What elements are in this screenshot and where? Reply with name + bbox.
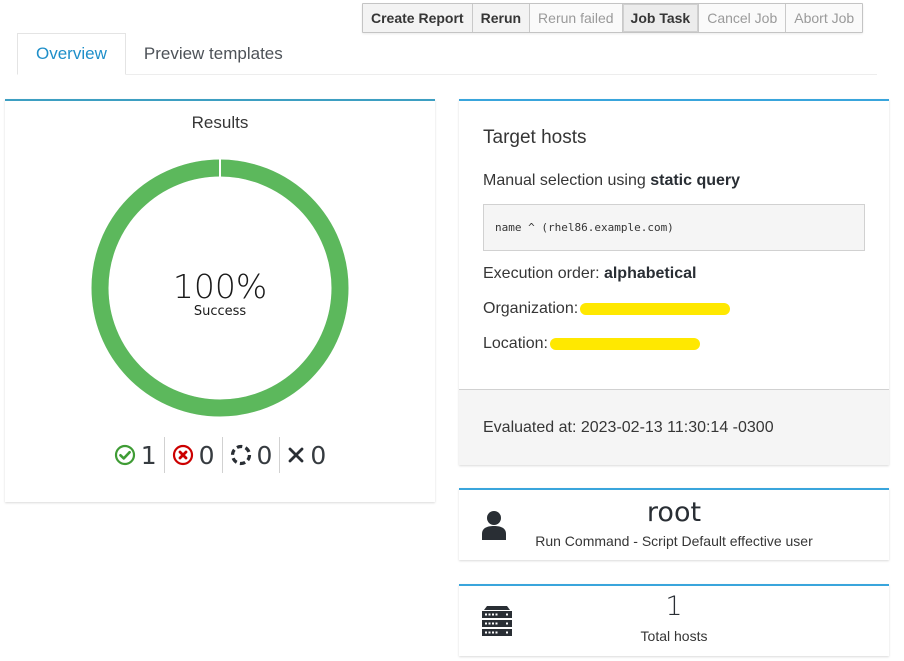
failed-count: 0 <box>198 440 215 470</box>
success-count: 1 <box>140 440 157 470</box>
status-counts: 1 0 0 0 <box>5 437 435 473</box>
pending-count: 0 <box>256 440 273 470</box>
execution-order-value: alphabetical <box>603 265 697 282</box>
search-query-box: name ^ (rhel86.example.com) <box>483 204 865 251</box>
tab-preview-templates[interactable]: Preview templates <box>126 33 301 75</box>
cancelled-x-icon <box>289 447 304 463</box>
status-failed[interactable]: 0 <box>163 437 222 473</box>
pending-spinner-icon <box>230 444 251 466</box>
organization-label: Organization: <box>483 300 579 317</box>
location: Location: <box>483 335 865 353</box>
success-label: Success <box>193 304 247 319</box>
location-redacted <box>549 337 700 350</box>
effective-user-description: Run Command - Script Default effective u… <box>535 533 813 549</box>
error-circle-icon <box>172 444 193 466</box>
total-hosts-count: 1 <box>665 591 683 622</box>
target-hosts-card: Target hosts Manual selection using stat… <box>459 99 889 465</box>
total-hosts-label: Total hosts <box>640 628 708 644</box>
selection-type: static query <box>650 172 741 189</box>
job-toolbar: Create Report Rerun Rerun failed Job Tas… <box>362 3 864 33</box>
abort-job-button[interactable]: Abort Job <box>786 4 863 32</box>
status-cancelled[interactable]: 0 <box>279 437 333 473</box>
status-success[interactable]: 1 <box>107 437 164 473</box>
total-hosts-card: 1 Total hosts <box>459 584 889 656</box>
cancelled-count: 0 <box>310 440 327 470</box>
organization: Organization: <box>483 300 865 318</box>
effective-user-name: root <box>646 497 702 528</box>
success-percent: 100% <box>172 267 268 306</box>
target-hosts-title: Target hosts <box>483 127 587 148</box>
rerun-button[interactable]: Rerun <box>472 4 531 32</box>
effective-user-card: root Run Command - Script Default effect… <box>459 488 889 560</box>
execution-order-label: Execution order: <box>483 265 604 282</box>
execution-order: Execution order: alphabetical <box>483 265 865 283</box>
tab-overview[interactable]: Overview <box>17 33 126 75</box>
create-report-button[interactable]: Create Report <box>363 4 473 32</box>
evaluated-at: Evaluated at: 2023-02-13 11:30:14 -0300 <box>459 389 889 465</box>
location-label: Location: <box>483 335 548 352</box>
tab-bar: Overview Preview templates <box>17 33 877 75</box>
check-circle-icon <box>114 444 135 466</box>
organization-redacted <box>580 302 731 315</box>
results-card: Results 100% Success 1 0 0 0 <box>5 99 435 502</box>
job-task-button[interactable]: Job Task <box>622 4 700 32</box>
selection-description: Manual selection using static query <box>483 172 865 190</box>
cancel-job-button[interactable]: Cancel Job <box>699 4 787 32</box>
results-title: Results <box>191 113 249 132</box>
rerun-failed-button[interactable]: Rerun failed <box>530 4 623 32</box>
status-pending[interactable]: 0 <box>221 437 280 473</box>
selection-prefix: Manual selection using <box>483 172 651 189</box>
